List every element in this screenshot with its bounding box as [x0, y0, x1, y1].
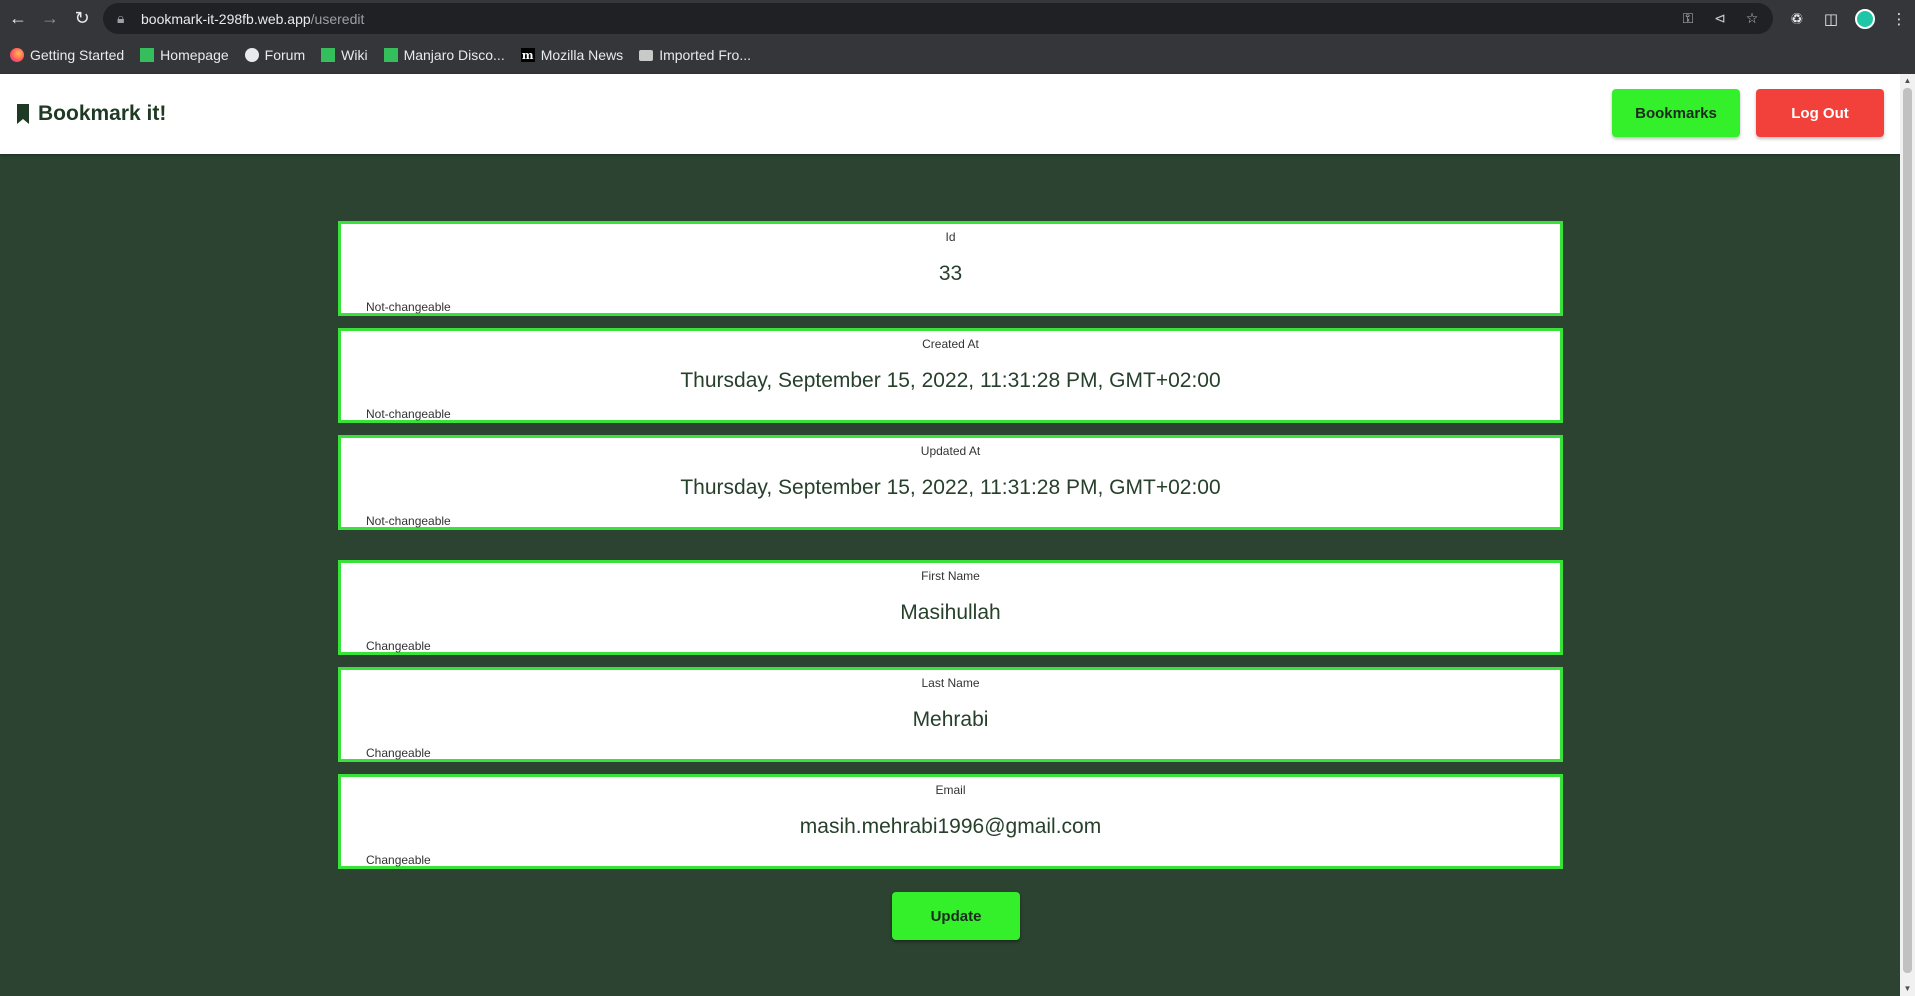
field-note: Not-changeable — [366, 407, 451, 421]
bookmark-wiki[interactable]: Wiki — [321, 47, 368, 63]
field-value: Thursday, September 15, 2022, 11:31:28 P… — [680, 476, 1221, 499]
field-note: Not-changeable — [366, 514, 451, 528]
field-label: First Name — [921, 569, 980, 583]
bookmarks-button[interactable]: Bookmarks — [1612, 89, 1740, 137]
bookmark-label: Imported Fro... — [659, 47, 751, 63]
field-note: Not-changeable — [366, 300, 451, 314]
app-header: Bookmark it! Bookmarks Log Out — [0, 74, 1900, 154]
folder-icon — [639, 49, 654, 61]
manjaro-icon — [140, 48, 155, 62]
url-host: bookmark-it-298fb.web.app — [141, 10, 311, 27]
scroll-down-icon[interactable]: ▼ — [1900, 982, 1915, 996]
scroll-thumb[interactable] — [1903, 88, 1912, 973]
field-label: Created At — [922, 337, 979, 351]
field-created-at: Created At Thursday, September 15, 2022,… — [338, 328, 1563, 423]
field-note: Changeable — [366, 746, 431, 760]
extensions-icon[interactable]: ♽ — [1787, 10, 1807, 28]
last-name-input[interactable]: Mehrabi — [341, 708, 1560, 732]
menu-icon[interactable]: ⋮ — [1889, 10, 1909, 28]
bookmark-label: Forum — [264, 47, 306, 63]
field-label: Last Name — [921, 676, 980, 690]
field-note: Changeable — [366, 853, 431, 867]
globe-icon — [244, 48, 259, 62]
bookmark-label: Homepage — [160, 47, 229, 63]
field-email[interactable]: Email masih.mehrabi1996@gmail.com Change… — [338, 774, 1563, 869]
field-note: Changeable — [366, 639, 431, 653]
field-updated-at: Updated At Thursday, September 15, 2022,… — [338, 435, 1563, 530]
field-label: Updated At — [920, 444, 981, 458]
bookmark-mozilla-news[interactable]: m Mozilla News — [520, 47, 624, 63]
field-last-name[interactable]: Last Name Mehrabi Changeable — [338, 667, 1563, 762]
omnibox-actions: ⚿ ⊲ ☆ — [1679, 3, 1761, 34]
toolbar-actions: ♽ ◫ ⋮ — [1787, 3, 1909, 34]
mozilla-icon: m — [520, 48, 535, 62]
bookmark-manjaro-discover[interactable]: Manjaro Disco... — [383, 47, 505, 63]
brand[interactable]: Bookmark it! — [16, 102, 166, 126]
lock-icon[interactable]: 🔒︎ — [117, 10, 131, 27]
address-bar[interactable]: 🔒︎ bookmark-it-298fb.web.app/useredit ⚿ … — [103, 3, 1773, 34]
back-icon[interactable]: ← — [2, 3, 34, 35]
share-icon[interactable]: ⊲ — [1711, 10, 1729, 27]
bookmark-getting-started[interactable]: Getting Started — [10, 47, 124, 63]
bookmark-label: Manjaro Disco... — [403, 47, 505, 63]
page: Bookmark it! Bookmarks Log Out Id 33 Not… — [0, 74, 1900, 996]
bookmark-imported-folder[interactable]: Imported Fro... — [639, 47, 751, 63]
bookmark-icon — [16, 104, 30, 124]
side-panel-icon[interactable]: ◫ — [1821, 10, 1841, 28]
bookmarks-bar: Getting Started Homepage Forum Wiki Manj… — [0, 40, 1915, 70]
field-label: Id — [945, 230, 956, 244]
profile-avatar[interactable] — [1855, 8, 1875, 29]
reload-icon[interactable]: ↻ — [66, 3, 98, 35]
manjaro-icon — [321, 48, 336, 62]
field-label: Email — [935, 783, 966, 797]
page-scrollbar[interactable]: ▲ ▼ — [1900, 74, 1915, 996]
browser-chrome: ← → ↻ 🔒︎ bookmark-it-298fb.web.app/usere… — [0, 0, 1915, 74]
bookmark-label: Getting Started — [30, 47, 125, 63]
star-icon[interactable]: ☆ — [1743, 10, 1761, 27]
bookmark-label: Wiki — [341, 47, 368, 63]
forward-icon[interactable]: → — [34, 3, 66, 35]
manjaro-icon — [383, 48, 398, 62]
field-value: Thursday, September 15, 2022, 11:31:28 P… — [680, 369, 1221, 392]
bookmark-homepage[interactable]: Homepage — [140, 47, 229, 63]
url-path: /useredit — [310, 10, 365, 27]
scroll-up-icon[interactable]: ▲ — [1900, 74, 1915, 88]
email-input[interactable]: masih.mehrabi1996@gmail.com — [341, 815, 1560, 839]
field-value: 33 — [938, 262, 963, 285]
brand-title: Bookmark it! — [38, 102, 167, 125]
key-icon[interactable]: ⚿ — [1679, 10, 1697, 27]
field-id: Id 33 Not-changeable — [338, 221, 1563, 316]
bookmark-label: Mozilla News — [540, 47, 624, 63]
firefox-icon — [10, 48, 24, 62]
logout-button[interactable]: Log Out — [1756, 89, 1884, 137]
update-button[interactable]: Update — [892, 892, 1020, 940]
first-name-input[interactable]: Masihullah — [341, 601, 1560, 625]
field-first-name[interactable]: First Name Masihullah Changeable — [338, 560, 1563, 655]
browser-toolbar: ← → ↻ 🔒︎ bookmark-it-298fb.web.app/usere… — [0, 0, 1915, 37]
bookmark-forum[interactable]: Forum — [244, 47, 306, 63]
